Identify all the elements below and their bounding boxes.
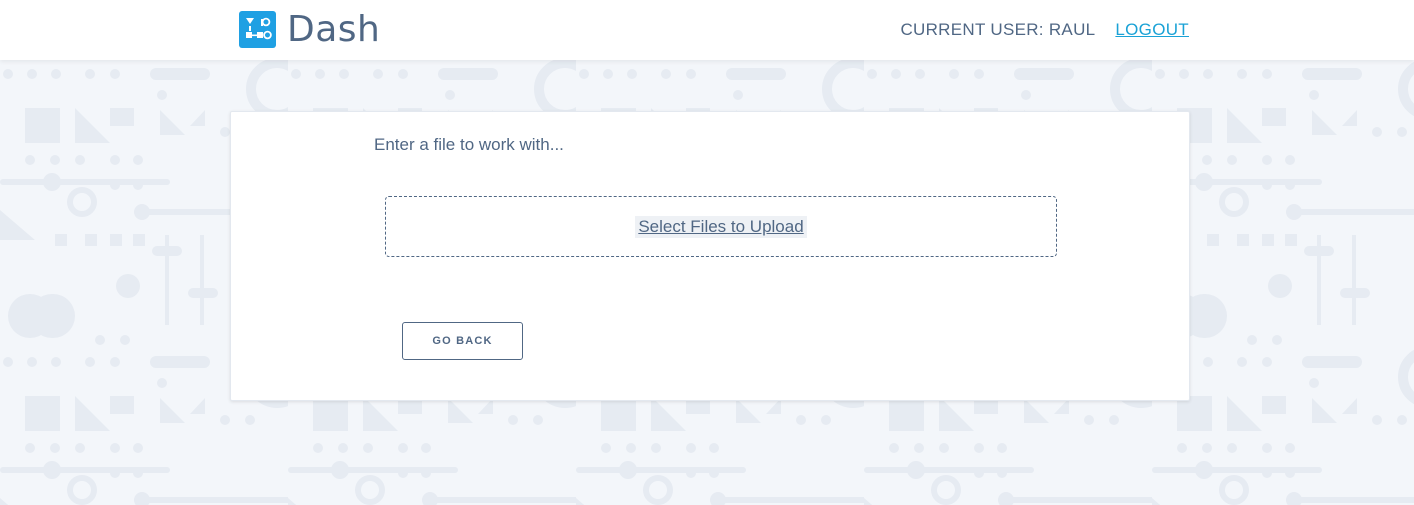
- current-user-label: CURRENT USER: RAUL: [900, 20, 1096, 39]
- go-back-button[interactable]: GO BACK: [402, 322, 523, 360]
- upload-dropzone[interactable]: Select Files to Upload: [385, 196, 1057, 257]
- file-prompt: Enter a file to work with...: [374, 135, 564, 154]
- user-area: CURRENT USER: RAUL LOGOUT: [900, 0, 1189, 60]
- logout-link[interactable]: LOGOUT: [1115, 20, 1189, 40]
- dash-logo-icon: [239, 11, 276, 48]
- dash-logo[interactable]: Dash: [239, 11, 380, 48]
- top-header: Dash CURRENT USER: RAUL LOGOUT: [0, 0, 1414, 60]
- logo-text: Dash: [287, 9, 381, 50]
- file-select-card: Enter a file to work with... Select File…: [230, 111, 1190, 401]
- select-files-link[interactable]: Select Files to Upload: [635, 215, 807, 238]
